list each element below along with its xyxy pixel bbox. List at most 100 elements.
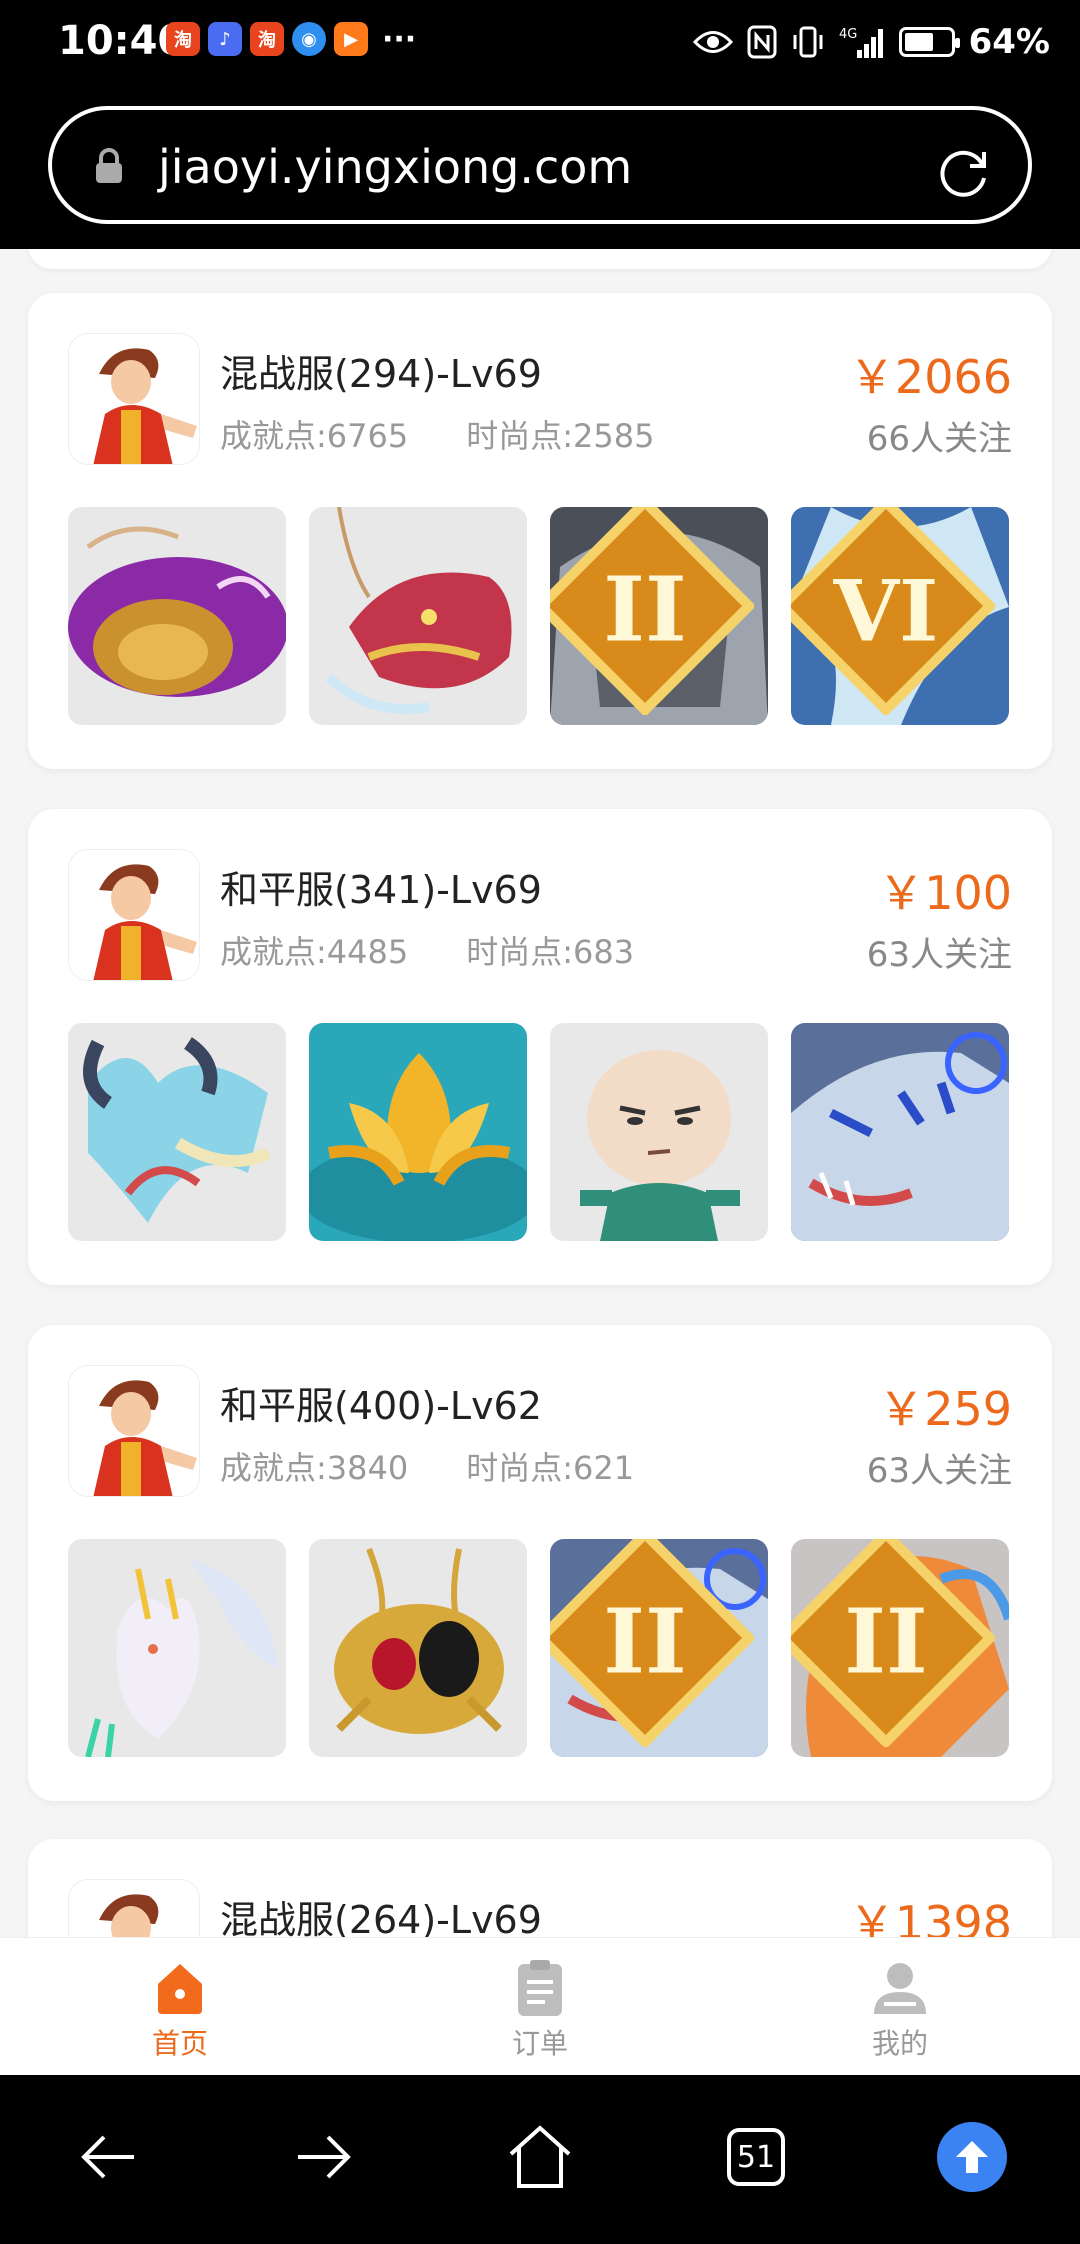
rank-badge: II (550, 507, 754, 715)
rank-badge: II (791, 1539, 995, 1747)
pet-thumbnail[interactable] (68, 507, 286, 725)
achievement-points: 成就点:6765 (220, 417, 409, 455)
listing-title: 和平服(341)-Lv69 (220, 868, 542, 912)
character-avatar (68, 1365, 200, 1497)
vibrate-icon (791, 24, 825, 60)
listing-stats: 成就点:6765 时尚点:2585 (220, 411, 654, 457)
lock-icon (96, 148, 122, 183)
tab-mine[interactable]: 我的 (720, 1938, 1080, 2075)
character-avatar (68, 1879, 200, 1937)
listing-price: ￥100 (878, 866, 1012, 920)
forward-button[interactable] (284, 2117, 364, 2197)
listing-card[interactable]: 和平服(400)-Lv62 成就点:3840 时尚点:621 ￥259 63人关… (28, 1325, 1052, 1801)
scroll-top-button[interactable] (932, 2117, 1012, 2197)
system-icons: 4G 64% (692, 22, 1050, 62)
pet-thumbnail[interactable] (791, 1023, 1009, 1241)
battery-level (904, 33, 933, 51)
tab-orders[interactable]: 订单 (360, 1938, 720, 2075)
pet-thumbnails: II VI (68, 507, 1009, 725)
home-button[interactable] (500, 2117, 580, 2197)
character-avatar (68, 333, 200, 465)
listing-price: ￥1398 (848, 1896, 1012, 1937)
rank-badge-label: VI (833, 562, 939, 661)
character-avatar (68, 849, 200, 981)
address-bar[interactable]: jiaoyi.yingxiong.com (48, 106, 1032, 224)
rank-badge-label: II (603, 1590, 686, 1695)
followers-count: 63人关注 (866, 935, 1012, 975)
rank-badge-label: II (844, 1590, 927, 1695)
music-icon: ♪ (208, 22, 242, 56)
listing-card[interactable]: 混战服(294)-Lv69 成就点:6765 时尚点:2585 ￥2066 66… (28, 293, 1052, 769)
rank-badge-label: II (603, 558, 686, 663)
pet-thumbnail[interactable] (309, 1023, 527, 1241)
whale-mount-image (68, 507, 286, 725)
tab-mine-label: 我的 (871, 2027, 928, 2060)
listing-price: ￥2066 (848, 350, 1012, 404)
nfc-icon (747, 24, 777, 60)
eye-icon (692, 24, 733, 60)
browser-icon: ◉ (292, 22, 326, 56)
pet-thumbnail[interactable] (550, 1023, 768, 1241)
blue-dragon-image (68, 1023, 286, 1241)
video-icon: ▶ (334, 22, 368, 56)
listing-scroll-area[interactable]: 混战服(294)-Lv69 成就点:6765 时尚点:2585 ￥2066 66… (0, 249, 1080, 1937)
golden-lotus-image (309, 1023, 527, 1241)
listing-title: 混战服(264)-Lv69 (220, 1898, 542, 1937)
listing-price: ￥259 (878, 1382, 1012, 1436)
listing-title: 和平服(400)-Lv62 (220, 1384, 542, 1428)
battery-percent: 64% (968, 22, 1050, 62)
bald-doll-image (550, 1023, 768, 1241)
browser-toolbar: jiaoyi.yingxiong.com (0, 86, 1080, 249)
user-icon (874, 1963, 926, 2014)
pet-thumbnails: II II (68, 1539, 1009, 1757)
rank-badge: VI (791, 507, 995, 715)
fashion-points: 时尚点:621 (466, 1449, 635, 1487)
pet-thumbnail[interactable]: VI (791, 507, 1009, 725)
listing-card[interactable]: 混战服(264)-Lv69 ￥1398 (28, 1839, 1052, 1937)
taobao-icon: 淘 (166, 22, 200, 56)
listing-title: 混战服(294)-Lv69 (220, 352, 542, 396)
pet-thumbnail[interactable] (309, 1539, 527, 1757)
fashion-points: 时尚点:2585 (466, 417, 655, 455)
status-bar: 10:40 淘 ♪ 淘 ◉ ▶ ··· 4G 64% (0, 0, 1080, 86)
tab-home[interactable]: 首页 (0, 1938, 360, 2075)
pet-thumbnail[interactable]: II (550, 507, 768, 725)
signal-icon: 4G (839, 24, 885, 60)
browser-navigation-bar: 51 (0, 2075, 1080, 2244)
notification-icons: 淘 ♪ 淘 ◉ ▶ ··· (166, 21, 417, 57)
network-type: 4G (839, 27, 857, 42)
pet-thumbnail[interactable] (68, 1539, 286, 1757)
more-notifications-icon: ··· (382, 21, 417, 57)
arrow-left-icon (81, 2135, 134, 2179)
pet-thumbnails (68, 1023, 1009, 1241)
listing-stats: 成就点:3840 时尚点:621 (220, 1443, 634, 1489)
pet-thumbnail[interactable] (68, 1023, 286, 1241)
arrow-up-icon (956, 2141, 988, 2173)
achievement-points: 成就点:4485 (220, 933, 409, 971)
tab-home-label: 首页 (151, 2027, 208, 2060)
white-fox-image (68, 1539, 286, 1757)
pet-thumbnail[interactable]: II (550, 1539, 768, 1757)
scroll-top-circle (937, 2122, 1007, 2192)
taobao-icon: 淘 (250, 22, 284, 56)
back-button[interactable] (68, 2117, 148, 2197)
url-text: jiaoyi.yingxiong.com (158, 140, 633, 194)
tabs-count: 51 (727, 2128, 785, 2186)
arrow-right-icon (298, 2135, 351, 2179)
home-icon (158, 1964, 202, 2014)
tab-orders-label: 订单 (511, 2027, 568, 2060)
followers-count: 63人关注 (866, 1451, 1012, 1491)
followers-count: 66人关注 (866, 419, 1012, 459)
battery-icon (898, 27, 960, 57)
reload-icon[interactable] (934, 142, 992, 200)
listing-card[interactable]: 和平服(341)-Lv69 成就点:4485 时尚点:683 ￥100 63人关… (28, 809, 1052, 1285)
red-dragon-image (309, 507, 527, 725)
fashion-points: 时尚点:683 (466, 933, 635, 971)
pet-thumbnail[interactable]: II (791, 1539, 1009, 1757)
clipboard-icon (518, 1960, 562, 2016)
rank-badge: II (550, 1539, 754, 1747)
golden-beetle-image (309, 1539, 527, 1757)
tabs-button[interactable]: 51 (716, 2117, 796, 2197)
bottom-tab-bar: 首页 订单 我的 (0, 1937, 1080, 2075)
pet-thumbnail[interactable] (309, 507, 527, 725)
